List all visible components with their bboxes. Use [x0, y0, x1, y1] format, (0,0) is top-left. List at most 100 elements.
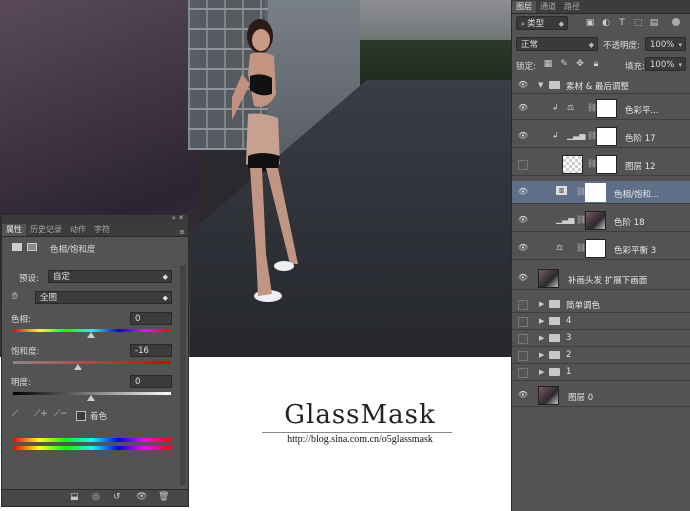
eyedropper-icon[interactable]: ⟋: [12, 409, 18, 419]
tab-channels[interactable]: 通道: [536, 1, 560, 13]
fill-input[interactable]: 100% ▾: [645, 57, 686, 71]
layer-name: 1: [566, 367, 572, 377]
lock-all-icon[interactable]: 🔒︎: [590, 58, 602, 70]
layer-name: 2: [566, 350, 572, 360]
filter-adjustment-icon[interactable]: ◐: [600, 17, 612, 29]
layer-row[interactable]: 👁︎ ↲ ⚖ ⛓︎ 色彩平...: [512, 97, 690, 120]
layer-row[interactable]: 👁︎ ⚖ ⛓︎ 色彩平衡 3: [512, 237, 690, 260]
layer-row-group[interactable]: ▶ 简单调色: [512, 296, 690, 313]
lock-brush-icon[interactable]: ✎: [558, 58, 570, 70]
tab-paths[interactable]: 路径: [560, 1, 584, 13]
lock-transparency-icon[interactable]: ▦: [542, 58, 554, 70]
tab-layers[interactable]: 图层: [512, 1, 536, 13]
filter-type-icon[interactable]: T: [616, 17, 628, 29]
preset-value: 自定: [53, 272, 71, 282]
watermark-divider: [262, 432, 452, 433]
filter-kind-select[interactable]: ⌕ 类型 ◆: [516, 16, 568, 30]
mask-icon[interactable]: [27, 243, 37, 251]
preset-label: 预设:: [19, 274, 39, 284]
view-previous-icon[interactable]: ◎: [92, 492, 100, 502]
eyedropper-minus-icon[interactable]: ⟋−: [54, 409, 68, 419]
eye-icon[interactable]: 👁︎: [517, 131, 529, 140]
eye-icon[interactable]: 👁︎: [517, 273, 529, 282]
adjustment-title: 色相/饱和度: [50, 245, 96, 255]
filter-shape-icon[interactable]: ⬚: [632, 17, 644, 29]
hue-input[interactable]: 0: [130, 312, 172, 325]
layer-thumbnail: [562, 155, 583, 174]
eye-icon[interactable]: 👁︎: [517, 80, 529, 89]
eyedropper-plus-icon[interactable]: ⟋+: [34, 409, 48, 419]
reset-icon[interactable]: ↺: [113, 492, 121, 502]
visibility-off-icon[interactable]: [518, 334, 528, 344]
lightness-input[interactable]: 0: [130, 375, 172, 388]
colorize-checkbox[interactable]: [76, 411, 86, 421]
hue-slider-knob[interactable]: [87, 332, 95, 338]
eye-icon[interactable]: 👁︎: [517, 103, 529, 112]
eye-icon[interactable]: 👁︎: [517, 243, 529, 252]
layer-row[interactable]: 👁︎ 补画头发 扩展下画面: [512, 267, 690, 290]
layer-row-group[interactable]: ▶ 4: [512, 313, 690, 330]
eye-icon[interactable]: 👁︎: [517, 187, 529, 196]
chevron-right-icon[interactable]: ▶: [539, 351, 544, 359]
filter-smart-object-icon[interactable]: ▤: [648, 17, 660, 29]
tab-actions[interactable]: 动作: [66, 224, 90, 236]
chevron-right-icon[interactable]: ▶: [539, 317, 544, 325]
panel-menu-icon[interactable]: ≡: [179, 228, 188, 236]
layer-name: 色阶 17: [625, 134, 656, 144]
visibility-off-icon[interactable]: [518, 351, 528, 361]
panel-titlebar[interactable]: « ✕: [2, 214, 188, 224]
properties-panel-tabs: 属性 历史记录 动作 字符 ≡: [2, 224, 188, 237]
clip-to-layer-icon[interactable]: ⬓: [70, 492, 79, 502]
eye-icon[interactable]: 👁︎: [517, 390, 529, 399]
layer-row[interactable]: 👁︎ ▁▃▅ ⛓︎ 色阶 18: [512, 209, 690, 232]
folder-icon: [549, 334, 560, 342]
layer-name: 色相/饱和...: [614, 190, 659, 200]
hand-target-icon[interactable]: ✋︎: [12, 291, 18, 302]
filter-pixel-icon[interactable]: ▣: [584, 17, 596, 29]
layer-row[interactable]: ⛓︎ 图层 12: [512, 153, 690, 176]
visibility-off-icon[interactable]: [518, 160, 528, 170]
tab-history[interactable]: 历史记录: [26, 224, 66, 236]
hue-sat-icon: ▥: [556, 186, 567, 195]
filter-toggle-icon[interactable]: [672, 18, 680, 26]
layer-row-group[interactable]: ▶ 3: [512, 330, 690, 347]
layer-row-group-open[interactable]: 👁︎ ▼ 素材 & 最后调整: [512, 77, 690, 94]
folder-icon: [549, 351, 560, 359]
chevron-down-icon[interactable]: ▼: [538, 81, 543, 89]
layer-row-group[interactable]: ▶ 1: [512, 364, 690, 381]
lock-move-icon[interactable]: ✥: [574, 58, 586, 70]
trash-icon[interactable]: 🗑︎: [158, 492, 169, 502]
chevron-right-icon[interactable]: ▶: [539, 334, 544, 342]
chevron-right-icon[interactable]: ▶: [539, 368, 544, 376]
visibility-off-icon[interactable]: [518, 300, 528, 310]
tab-character[interactable]: 字符: [90, 224, 114, 236]
saturation-input[interactable]: -16: [130, 344, 172, 357]
chevron-right-icon[interactable]: ▶: [539, 300, 544, 308]
lightness-label: 明度:: [11, 378, 31, 388]
layer-name: 色阶 18: [614, 218, 645, 228]
layer-row-selected[interactable]: 👁︎ ▥ ⛓︎ 色相/饱和...: [512, 181, 690, 204]
opacity-input[interactable]: 100% ▾: [645, 37, 686, 51]
visibility-off-icon[interactable]: [518, 368, 528, 378]
layer-row[interactable]: 👁︎ ↲ ▁▃▅ ⛓︎ 色阶 17: [512, 125, 690, 148]
saturation-label: 饱和度:: [11, 347, 40, 357]
properties-scrollbar[interactable]: [180, 265, 186, 485]
watermark-url: http://blog.sina.com.cn/o5glassmask: [287, 434, 433, 445]
layer-mask-thumbnail: [596, 155, 617, 174]
chevron-down-icon: ▾: [678, 41, 682, 49]
preset-select[interactable]: 自定 ◆: [48, 270, 172, 283]
layer-row[interactable]: 👁︎ 图层 0: [512, 384, 690, 407]
blend-mode-select[interactable]: 正常 ◆: [516, 37, 598, 51]
channel-select[interactable]: 全图 ◆: [35, 291, 172, 304]
eye-icon[interactable]: 👁︎: [136, 492, 147, 502]
collapse-icon[interactable]: « ✕: [172, 214, 184, 222]
saturation-slider-track[interactable]: [13, 361, 171, 364]
saturation-slider-knob[interactable]: [74, 364, 82, 370]
layer-row-group[interactable]: ▶ 2: [512, 347, 690, 364]
tab-properties[interactable]: 属性: [2, 224, 26, 236]
eye-icon[interactable]: 👁︎: [517, 215, 529, 224]
opacity-label: 不透明度:: [603, 41, 640, 51]
visibility-off-icon[interactable]: [518, 317, 528, 327]
lightness-slider-knob[interactable]: [87, 395, 95, 401]
fill-label: 填充:: [625, 62, 645, 72]
